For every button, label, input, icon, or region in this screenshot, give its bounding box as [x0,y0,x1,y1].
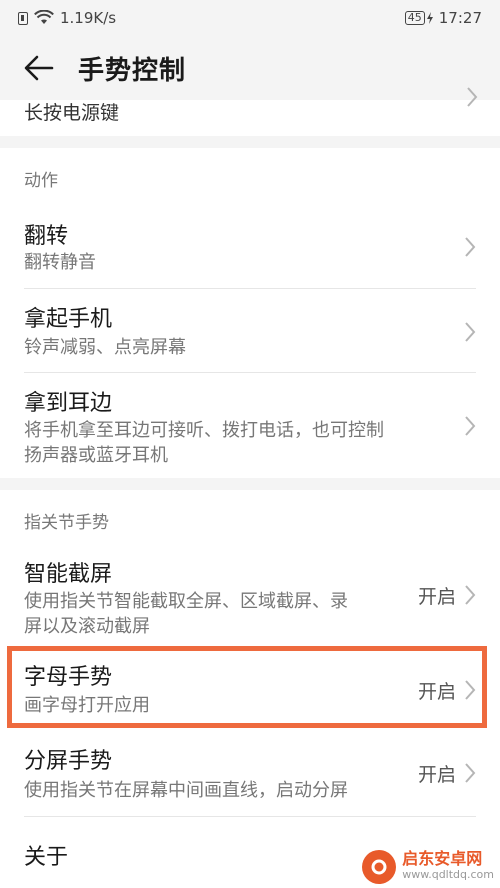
item-subtitle-line2: 扬声器或蓝牙耳机 [24,445,168,466]
status-bar: 1.19K/s 45 17:27 [0,0,500,36]
section-header-action: 动作 [24,171,58,191]
item-title: 字母手势 [24,665,113,690]
status-time: 17:27 [438,9,482,27]
chevron-right-icon [467,87,478,107]
chevron-right-icon [465,680,476,700]
item-title: 智能截屏 [24,562,113,587]
pick-up-item[interactable]: 拿起手机 铃声减弱、点亮屏幕 [0,289,500,371]
chevron-right-icon [465,237,476,257]
item-subtitle: 画字母打开应用 [24,695,150,716]
item-subtitle-line2: 屏以及滚动截屏 [24,616,150,637]
sim-card-icon [18,11,28,25]
status-text: 开启 [417,764,456,786]
item-title: 关于 [24,845,69,870]
charging-bolt-icon [426,12,433,24]
watermark-text: 启东安卓网 www.qdltdq.com [402,851,494,883]
item-subtitle-line1: 使用指关节智能截取全屏、区域截屏、录 [24,591,348,612]
back-button[interactable] [22,51,56,85]
raise-to-ear-item[interactable]: 拿到耳边 将手机拿至耳边可接听、拨打电话，也可控制 扬声器或蓝牙耳机 [0,373,500,478]
chevron-right-icon [465,585,476,605]
split-screen-gesture-item[interactable]: 分屏手势 使用指关节在屏幕中间画直线，启动分屏 开启 [0,732,500,816]
flip-item[interactable]: 翻转 翻转静音 [0,206,500,288]
page-title: 手势控制 [78,55,187,86]
chevron-right-icon [465,322,476,342]
item-title: 翻转 [24,224,69,249]
letter-gesture-item[interactable]: 字母手势 画字母打开应用 开启 [0,650,500,726]
network-speed: 1.19K/s [60,9,117,27]
status-left: 1.19K/s [18,9,116,27]
watermark-name: 启东安卓网 [402,849,483,868]
watermark: 启东安卓网 www.qdltdq.com [362,850,494,884]
item-title: 分屏手势 [24,749,113,774]
logo-icon [371,859,387,875]
long-press-power-item[interactable]: 长按电源键 [24,98,119,125]
item-title: 拿起手机 [24,307,113,332]
app-header: 手势控制 [0,36,500,100]
section-header-knuckle: 指关节手势 [24,513,109,533]
action-section: 动作 翻转 翻转静音 拿起手机 铃声减弱、点亮屏幕 拿到耳边 将手机拿至耳边可接… [0,148,500,478]
chevron-right-icon [465,763,476,783]
item-subtitle: 使用指关节在屏幕中间画直线，启动分屏 [24,780,348,801]
knuckle-gestures-section: 指关节手势 智能截屏 使用指关节智能截取全屏、区域截屏、录 屏以及滚动截屏 开启… [0,490,500,888]
back-arrow-icon [24,55,54,81]
status-right: 45 17:27 [404,9,482,27]
item-subtitle: 翻转静音 [24,252,96,273]
item-subtitle: 将手机拿至耳边可接听、拨打电话，也可控制 扬声器或蓝牙耳机 [24,418,454,468]
watermark-url: www.qdltdq.com [402,868,494,881]
item-title: 拿到耳边 [24,391,113,416]
status-text: 开启 [417,681,456,703]
power-button-card: 长按电源键 [0,87,500,136]
item-subtitle: 铃声减弱、点亮屏幕 [24,337,186,358]
wifi-icon [34,10,54,24]
battery-indicator: 45 [404,11,433,25]
chevron-right-icon [465,416,476,436]
status-text: 开启 [417,586,456,608]
battery-level: 45 [404,11,425,25]
smart-screenshot-item[interactable]: 智能截屏 使用指关节智能截取全屏、区域截屏、录 屏以及滚动截屏 开启 [0,542,500,646]
watermark-logo [362,850,397,884]
item-subtitle-line1: 将手机拿至耳边可接听、拨打电话，也可控制 [24,420,384,441]
item-subtitle: 使用指关节智能截取全屏、区域截屏、录 屏以及滚动截屏 [24,589,414,639]
screen: 1.19K/s 45 17:27 手势控制 长按电源键 动作 翻转 翻转静音 拿… [0,0,500,888]
